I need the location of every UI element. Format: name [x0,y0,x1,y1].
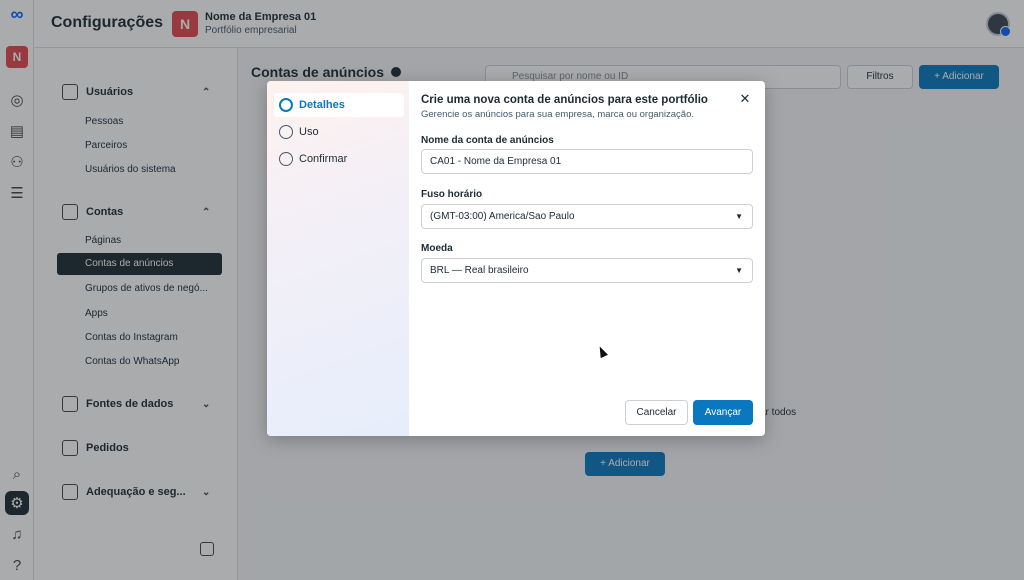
next-button[interactable]: Avançar [693,400,753,425]
create-ad-account-dialog: Detalhes Uso Confirmar Crie uma nova con… [267,81,765,436]
close-icon[interactable]: ✕ [738,92,752,106]
caret-down-icon: ▼ [735,212,743,221]
currency-select[interactable]: BRL — Real brasileiro ▼ [421,258,753,283]
caret-down-icon: ▼ [735,266,743,275]
currency-label: Moeda [421,243,453,254]
step-radio-icon [279,152,293,166]
step-radio-icon [279,98,293,112]
dialog-subtitle: Gerencie os anúncios para sua empresa, m… [421,109,695,120]
cancel-button[interactable]: Cancelar [625,400,688,425]
step-radio-icon [279,125,293,139]
dialog-title: Crie uma nova conta de anúncios para est… [421,94,708,106]
currency-value: BRL — Real brasileiro [430,265,529,276]
step-details[interactable]: Detalhes [274,93,404,117]
step-label: Confirmar [299,153,348,165]
dialog-body: Crie uma nova conta de anúncios para est… [421,81,755,436]
timezone-select[interactable]: (GMT-03:00) America/Sao Paulo ▼ [421,204,753,229]
step-label: Detalhes [299,99,345,111]
account-name-field[interactable]: CA01 - Nome da Empresa 01 [421,149,753,174]
step-usage[interactable]: Uso [274,120,404,144]
step-confirm[interactable]: Confirmar [274,147,404,171]
timezone-label: Fuso horário [421,189,483,200]
stepper: Detalhes Uso Confirmar [267,81,409,436]
step-label: Uso [299,126,319,138]
timezone-value: (GMT-03:00) America/Sao Paulo [430,211,575,222]
account-name-label: Nome da conta de anúncios [421,135,554,146]
